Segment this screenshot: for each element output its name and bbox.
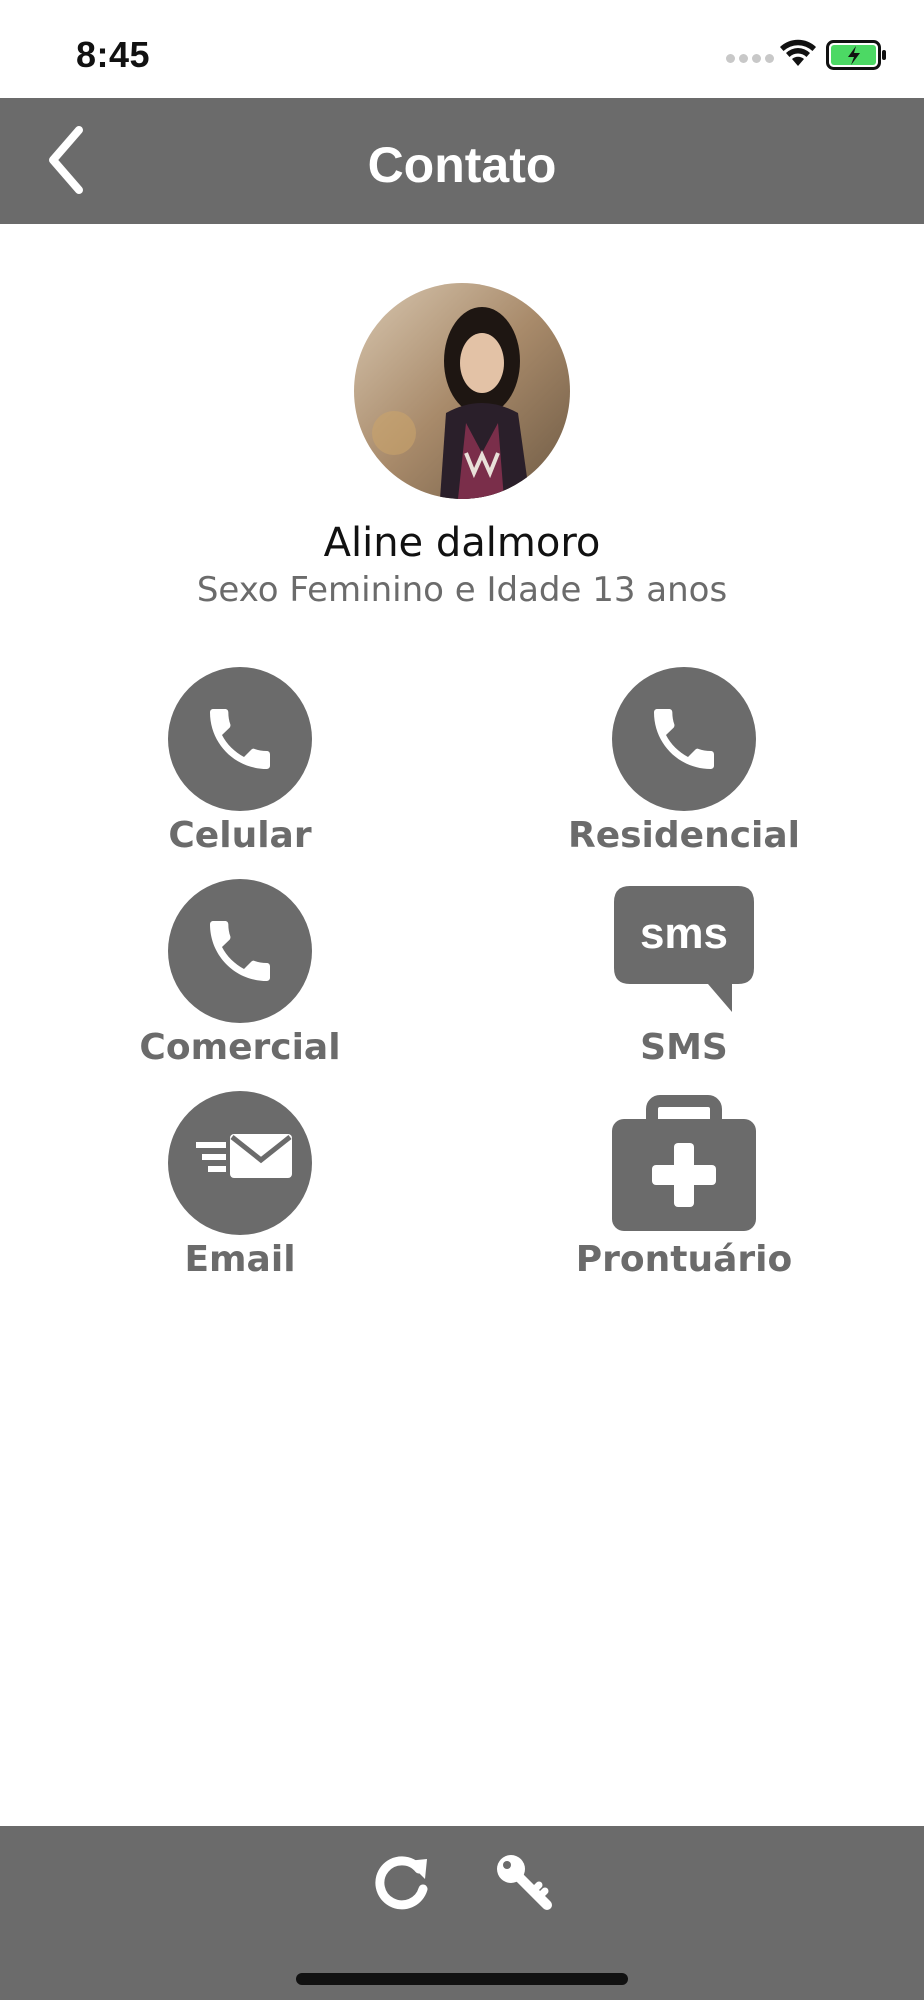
residencial-button[interactable]: Residencial	[534, 667, 834, 856]
wifi-icon	[780, 39, 816, 66]
email-icon	[168, 1091, 312, 1235]
page-title: Contato	[367, 137, 557, 193]
cellular-signal-icon	[726, 54, 774, 63]
refresh-button[interactable]	[368, 1846, 438, 1916]
celular-label: Celular	[168, 815, 312, 856]
phone-icon	[168, 879, 312, 1023]
phone-icon	[168, 667, 312, 811]
sms-button[interactable]: sms SMS	[534, 879, 834, 1068]
status-time: 8:45	[76, 34, 151, 75]
contact-details: Sexo Feminino e Idade 13 anos	[196, 570, 728, 610]
prontuario-button[interactable]: Prontuário	[534, 1091, 834, 1280]
sms-label: SMS	[640, 1027, 728, 1068]
celular-button[interactable]: Celular	[90, 667, 390, 856]
email-button[interactable]: Email	[90, 1091, 390, 1280]
contact-name: Aline dalmoro	[323, 520, 601, 566]
key-button[interactable]	[488, 1846, 558, 1916]
nav-bar: Contato	[0, 98, 924, 224]
key-icon	[497, 1855, 552, 1910]
bottom-toolbar	[0, 1826, 924, 2000]
status-bar: 8:45	[0, 0, 924, 98]
comercial-button[interactable]: Comercial	[90, 879, 390, 1068]
sms-icon-text: sms	[640, 909, 728, 958]
phone-icon	[612, 667, 756, 811]
refresh-icon	[375, 1856, 428, 1910]
home-indicator	[296, 1973, 628, 1985]
comercial-label: Comercial	[139, 1027, 341, 1068]
prontuario-label: Prontuário	[575, 1239, 793, 1280]
sms-bubble-icon: sms	[614, 886, 754, 1012]
medical-kit-icon	[612, 1095, 756, 1231]
battery-charging-icon	[826, 40, 886, 70]
avatar	[354, 283, 570, 499]
residencial-label: Residencial	[567, 815, 801, 856]
email-label: Email	[184, 1239, 296, 1280]
